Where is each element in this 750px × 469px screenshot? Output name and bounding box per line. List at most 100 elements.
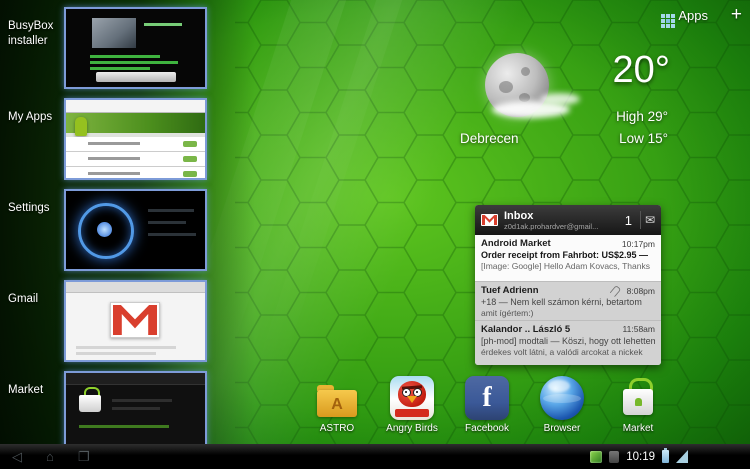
- astro-icon: A: [315, 376, 359, 420]
- thumbnail-toolbar: [66, 282, 205, 293]
- thumbnail-list-row: [66, 137, 205, 152]
- dock-app-facebook[interactable]: f Facebook: [451, 376, 523, 434]
- weather-temperature: 20°: [613, 49, 670, 92]
- dock-app-label: Facebook: [451, 423, 523, 434]
- thumbnail-text-line: [90, 55, 160, 58]
- gmail-thumbnail[interactable]: [64, 280, 207, 362]
- cloud-icon: [540, 93, 580, 105]
- facebook-icon: f: [465, 376, 509, 420]
- recent-app-gmail[interactable]: Gmail: [0, 280, 212, 362]
- email-snippet: érdekes volt látni, a valódi arcokat a n…: [481, 347, 655, 357]
- recents-button[interactable]: ❐: [78, 444, 90, 469]
- thumbnail-toolbar: [66, 100, 205, 113]
- header-divider: [640, 211, 641, 229]
- recent-app-settings[interactable]: Settings: [0, 189, 212, 271]
- weather-city: Debrecen: [460, 131, 519, 146]
- myapps-thumbnail[interactable]: [64, 98, 207, 180]
- gmail-m-shape: [113, 305, 157, 335]
- recent-app-label: BusyBox installer: [8, 19, 60, 49]
- gmail-icon: [481, 214, 498, 226]
- clock[interactable]: 10:19: [626, 451, 655, 463]
- apps-button[interactable]: Apps: [661, 8, 708, 23]
- email-row[interactable]: Kalandor .. László 5 11:58am [ph-mod] mo…: [475, 320, 661, 365]
- moon-crater: [521, 67, 530, 76]
- globe-highlight: [548, 380, 570, 392]
- thumbnail-text-line: [90, 61, 178, 64]
- email-subject: [ph-mod] modtali — Köszi, hogy ott lehet…: [481, 336, 655, 346]
- recent-app-myapps[interactable]: My Apps: [0, 98, 212, 180]
- thumbnail-button: [96, 72, 176, 82]
- android-robot-icon: [75, 117, 87, 136]
- add-widget-button[interactable]: +: [731, 4, 742, 26]
- battery-icon: [662, 450, 669, 463]
- dock-app-label: ASTRO: [301, 423, 373, 434]
- apps-button-label: Apps: [678, 8, 708, 23]
- email-row[interactable]: Tuef Adrienn 8:08pm +18 — Nem kell számo…: [475, 281, 661, 320]
- thumbnail-text-line: [76, 352, 156, 355]
- gmail-widget-header[interactable]: Inbox z0d1ak.prohardver@gmail... 1 ✉: [475, 205, 661, 235]
- email-row[interactable]: Android Market 10:17pm Order receipt fro…: [475, 235, 661, 281]
- browser-globe-icon: [540, 376, 584, 420]
- email-subject: Order receipt from Fahrbot: US$2.95 —: [481, 250, 655, 260]
- dock-app-label: Angry Birds: [376, 423, 448, 434]
- email-time: 8:08pm: [623, 286, 655, 296]
- paperclip-icon: [609, 284, 621, 296]
- gmail-m-shape: [482, 215, 497, 225]
- status-area[interactable]: 10:19: [590, 444, 688, 469]
- email-snippet: amit ígértem:): [481, 308, 655, 318]
- busybox-thumbnail[interactable]: [64, 7, 207, 89]
- email-subject: +18 — Nem kell számon kérni, betartom: [481, 297, 655, 307]
- gmail-widget[interactable]: Inbox z0d1ak.prohardver@gmail... 1 ✉ And…: [475, 205, 661, 365]
- glow-core: [97, 222, 112, 237]
- compose-icon[interactable]: ✉: [645, 214, 655, 226]
- market-bag-icon: [616, 376, 660, 420]
- globe-band: [543, 394, 581, 403]
- dock-app-browser[interactable]: Browser: [526, 376, 598, 434]
- dock-app-astro[interactable]: A ASTRO: [301, 376, 373, 434]
- android-robot-icon: [635, 398, 642, 406]
- recent-app-label: My Apps: [8, 110, 60, 125]
- bird-beak: [407, 396, 417, 403]
- home-button[interactable]: ⌂: [46, 444, 54, 469]
- facebook-f-letter: f: [465, 382, 509, 414]
- gmail-folder-title: Inbox: [504, 210, 598, 222]
- recent-app-busybox[interactable]: BusyBox installer: [0, 7, 212, 89]
- android-home-screen: Apps + BusyBox installer My Apps: [0, 0, 750, 469]
- dock-app-label: Market: [602, 423, 674, 434]
- apps-grid-icon: [661, 14, 665, 18]
- usb-notification-icon[interactable]: [609, 451, 619, 463]
- back-button[interactable]: ◁: [12, 444, 22, 469]
- dock-app-label: Browser: [526, 423, 598, 434]
- gmail-logo-icon: [110, 302, 160, 338]
- recent-app-label: Settings: [8, 201, 60, 216]
- unread-count-badge: 1: [625, 213, 632, 228]
- email-snippet: [Image: Google] Hello Adam Kovacs, Thank…: [481, 261, 655, 271]
- astro-letter: A: [315, 396, 359, 414]
- weather-widget[interactable]: 20° High 29° Low 15° Debrecen: [440, 35, 670, 167]
- dock: A ASTRO Angry Birds f Facebook: [0, 376, 750, 438]
- navigation-buttons: ◁ ⌂ ❐: [12, 444, 90, 469]
- dock-app-angrybirds[interactable]: Angry Birds: [376, 376, 448, 434]
- thumbnail-list-row: [66, 152, 205, 167]
- gmail-account-email: z0d1ak.prohardver@gmail...: [504, 222, 598, 231]
- thumbnail-list-row: [66, 167, 205, 180]
- angry-birds-icon: [390, 376, 434, 420]
- recent-app-label: Gmail: [8, 292, 60, 307]
- notification-icon[interactable]: [590, 451, 602, 463]
- thumbnail-text-line: [148, 233, 196, 236]
- thumbnail-text-line: [144, 23, 182, 26]
- email-sender: Android Market: [481, 238, 551, 249]
- dock-app-market[interactable]: Market: [602, 376, 674, 434]
- thumbnail-image: [92, 18, 136, 48]
- settings-thumbnail[interactable]: [64, 189, 207, 271]
- email-sender: Kalandor .. László 5: [481, 324, 570, 335]
- rio-ribbon: [395, 409, 429, 417]
- thumbnail-text-line: [90, 67, 150, 70]
- weather-high: High 29°: [616, 109, 668, 124]
- weather-low: Low 15°: [619, 131, 668, 146]
- email-sender: Tuef Adrienn: [481, 285, 539, 296]
- system-bar: ◁ ⌂ ❐ 10:19: [0, 444, 750, 469]
- thumbnail-text-line: [76, 346, 176, 349]
- signal-icon: [676, 450, 688, 463]
- thumbnail-text-line: [148, 209, 194, 212]
